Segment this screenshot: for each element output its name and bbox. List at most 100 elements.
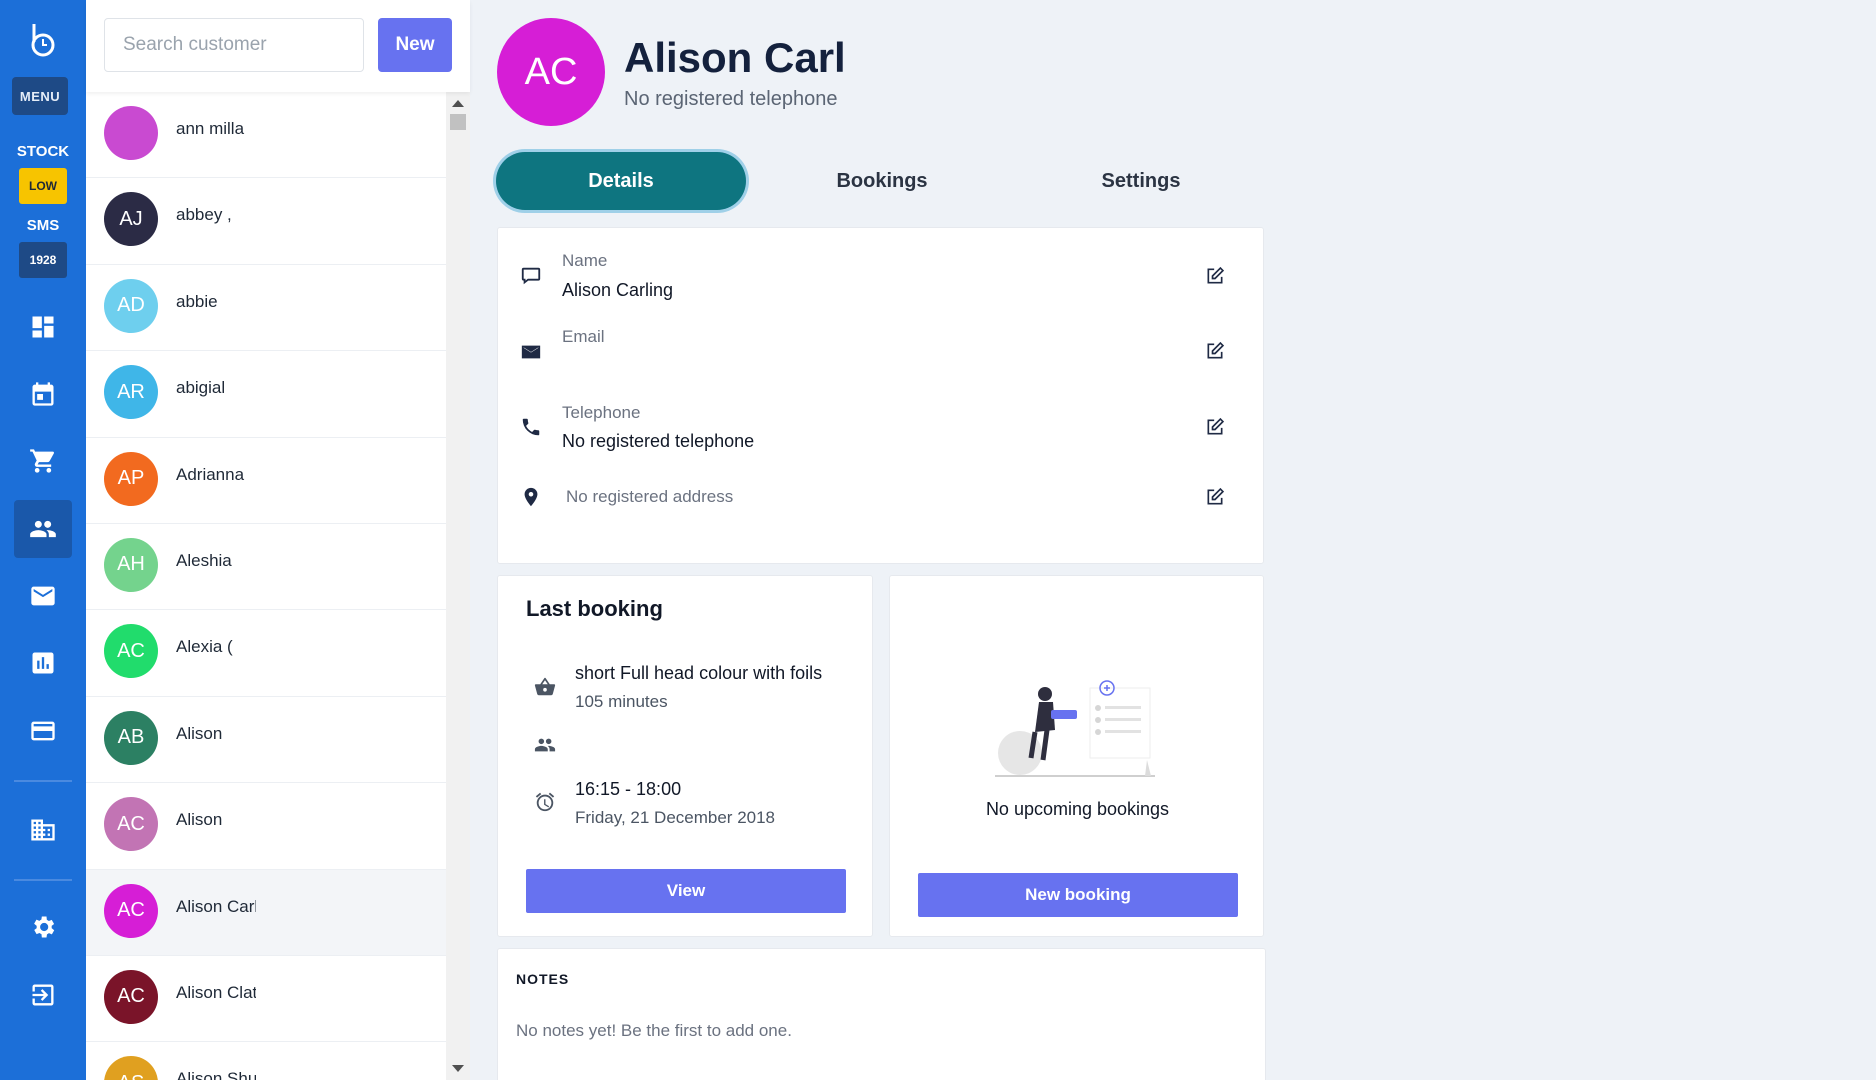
avatar: AC [104,624,158,679]
customer-name: Alison Clat [176,982,256,1002]
scroll-down-icon[interactable] [452,1065,464,1072]
search-bar: New [86,0,470,92]
payments-icon [31,721,55,741]
new-customer-button[interactable]: New [378,18,452,72]
list-item[interactable]: AS Alison Shuttleworth [86,1042,446,1080]
app-logo-icon[interactable] [28,22,58,58]
avatar [104,106,158,160]
nav-messages[interactable] [14,567,72,625]
list-item[interactable]: AR abigial [86,351,446,438]
list-item[interactable]: AH Aleshia [86,523,446,611]
edit-address-icon[interactable] [1205,487,1225,507]
list-item[interactable]: AP Adrianna [86,437,446,524]
telephone-value: No registered telephone [562,431,755,451]
list-item[interactable]: AJ abbey , [86,178,446,265]
edit-telephone-icon[interactable] [1205,417,1225,437]
stock-label: STOCK [16,143,70,160]
customer-name: Alison Carl [176,896,256,916]
last-booking-title: Last booking [526,596,663,621]
avatar: AD [104,278,158,333]
mail-icon [31,586,55,606]
menu-button[interactable]: MENU [12,77,68,115]
list-item[interactable]: AC Alison [86,783,446,870]
booking-service: short Full head colour with foils [575,663,823,683]
avatar: AP [104,451,158,506]
location-pin-icon [524,487,538,507]
avatar: AC [104,797,158,852]
customer-name: abbey , [176,205,232,225]
avatar: AC [104,969,158,1024]
tab-bookings[interactable]: Bookings [757,152,1007,210]
new-booking-button[interactable]: New booking [918,873,1238,917]
address-value: No registered address [566,487,734,506]
customer-name: Alison Shuttleworth [176,1069,256,1080]
nav-logout[interactable] [14,966,72,1024]
email-icon [521,345,541,359]
tab-settings[interactable]: Settings [1016,152,1266,210]
view-booking-button[interactable]: View [526,869,846,913]
last-booking-card: Last booking short Full head colour with… [497,575,873,937]
stock-badge[interactable]: LOW [19,168,67,204]
rail-divider [14,780,72,782]
sms-badge[interactable]: 1928 [19,242,67,278]
scroll-thumb[interactable] [450,114,466,130]
cart-icon [30,449,55,473]
list-item[interactable]: AD abbie [86,264,446,352]
booking-time: 16:15 - 18:00 [575,779,682,799]
customer-name: Aleshia [176,550,232,570]
empty-calendar-illustration [995,680,1155,777]
customer-name: ann milla [176,119,245,138]
side-rail: MENU STOCK LOW SMS 1928 [0,0,86,1080]
customers-icon [30,520,56,538]
nav-business[interactable] [14,801,72,859]
avatar: AR [104,365,158,420]
notes-title: NOTES [516,971,570,987]
customer-name: Alexia ( [176,637,233,657]
nav-calendar[interactable] [14,365,72,423]
booking-duration: 105 minutes [575,692,668,711]
name-value: Alison Carling [562,280,674,300]
list-scrollbar[interactable] [446,92,470,1080]
sms-label: SMS [26,217,60,234]
alarm-clock-icon [535,792,555,812]
customer-name: Alison [176,810,223,830]
customer-name: abigial [176,378,226,398]
avatar: AS [104,1056,158,1080]
customer-list: ann milla AJ abbey , AD abbie AR abigial AP Adri… [86,92,446,1080]
list-item[interactable]: AC Alison Carl [86,869,446,956]
customer-name: Alison [176,723,223,743]
staff-icon [534,738,556,752]
list-item[interactable]: AB Alison [86,696,446,784]
nav-customers[interactable] [14,500,72,558]
business-icon [31,819,55,841]
customer-name: abbie [176,291,218,311]
details-card: Name Alison Carling Email Telephone No r… [497,227,1264,564]
settings-icon [34,916,55,938]
nav-dashboard[interactable] [14,298,72,356]
email-label: Email [562,327,605,346]
no-upcoming-bookings-text: No upcoming bookings [985,799,1170,819]
list-item[interactable]: ann milla [86,92,446,179]
nav-settings[interactable] [14,898,72,956]
upcoming-bookings-card: No upcoming bookings New booking [889,575,1264,937]
avatar: AH [104,537,158,592]
name-label: Name [562,251,608,270]
phone-icon [522,418,540,436]
search-input[interactable] [104,18,364,72]
customer-subtitle: No registered telephone [624,88,838,110]
customer-list-panel: New ann milla AJ abbey , AD abbie AR abigial AP… [86,0,470,1080]
notes-card: NOTES No notes yet! Be the first to add … [497,948,1266,1080]
avatar: AB [104,710,158,765]
tab-details[interactable]: Details [496,152,746,210]
nav-payments[interactable] [14,702,72,760]
nav-shop[interactable] [14,432,72,490]
customer-name-title: Alison Carl [624,34,846,81]
reports-icon [32,652,54,674]
edit-name-icon[interactable] [1205,266,1225,286]
list-item[interactable]: AC Alexia ( [86,610,446,697]
list-item[interactable]: AC Alison Clat [86,955,446,1043]
scroll-up-icon[interactable] [452,100,464,107]
edit-email-icon[interactable] [1205,341,1225,361]
nav-reports[interactable] [14,634,72,692]
avatar: AJ [104,192,158,247]
